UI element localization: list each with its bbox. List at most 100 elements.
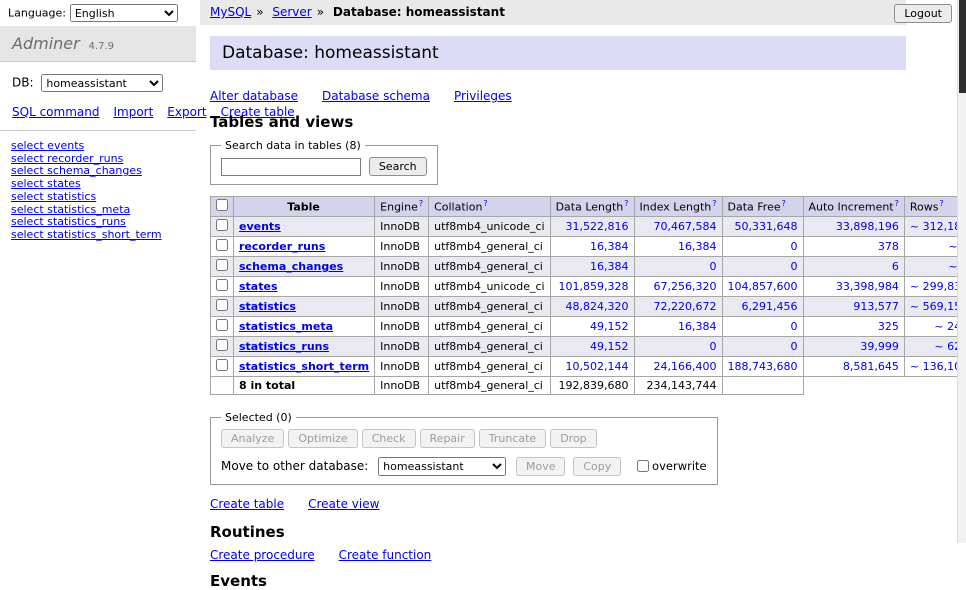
sidebar-table-link[interactable]: select events — [11, 140, 196, 153]
row-checkbox[interactable] — [216, 299, 228, 311]
index-length-link[interactable]: 70,467,584 — [654, 220, 717, 233]
help-link[interactable]: ? — [624, 199, 628, 208]
auto-increment-link[interactable]: 33,398,984 — [836, 280, 899, 293]
table-name-link[interactable]: recorder_runs — [239, 240, 325, 253]
row-checkbox[interactable] — [216, 359, 228, 371]
data-free-link[interactable]: 0 — [791, 260, 798, 273]
auto-increment-link[interactable]: 39,999 — [860, 340, 899, 353]
column-header: Auto Increment? — [803, 197, 904, 217]
routine-create-link[interactable]: Create procedure — [210, 548, 315, 562]
table-name-link[interactable]: statistics — [239, 300, 296, 313]
auto-increment-link[interactable]: 6 — [892, 260, 899, 273]
data-length-link[interactable]: 49,152 — [590, 340, 629, 353]
help-link[interactable]: ? — [483, 199, 487, 208]
index-length-link[interactable]: 16,384 — [678, 240, 717, 253]
selected-action-button[interactable]: Truncate — [479, 429, 546, 448]
move-label: Move to other database: — [221, 459, 368, 473]
index-length-link[interactable]: 24,166,400 — [654, 360, 717, 373]
row-checkbox[interactable] — [216, 239, 228, 251]
scrollbar-thumb[interactable] — [959, 0, 966, 93]
search-button[interactable]: Search — [369, 157, 427, 176]
create-link[interactable]: Create view — [308, 497, 379, 511]
data-free-link[interactable]: 104,857,600 — [728, 280, 798, 293]
index-length-link[interactable]: 16,384 — [678, 320, 717, 333]
auto-increment-link[interactable]: 33,898,196 — [836, 220, 899, 233]
row-checkbox[interactable] — [216, 339, 228, 351]
auto-increment-link[interactable]: 8,581,645 — [843, 360, 899, 373]
index-length-cell: 67,256,320 — [634, 277, 722, 297]
sidebar-action-link[interactable]: Export — [167, 105, 206, 119]
selected-action-button[interactable]: Check — [362, 429, 416, 448]
data-free-link[interactable]: 0 — [791, 320, 798, 333]
breadcrumb-link[interactable]: MySQL — [210, 5, 251, 19]
table-name-cell: statistics_short_term — [234, 357, 375, 377]
help-link[interactable]: ? — [895, 199, 899, 208]
help-link[interactable]: ? — [419, 199, 423, 208]
sidebar-table-link[interactable]: select statistics_short_term — [11, 229, 196, 242]
database-action-link[interactable]: Database schema — [322, 89, 430, 103]
create-link[interactable]: Create table — [210, 497, 284, 511]
data-length-link[interactable]: 48,824,320 — [566, 300, 629, 313]
index-length-link[interactable]: 0 — [710, 340, 717, 353]
table-name-link[interactable]: statistics_meta — [239, 320, 333, 333]
selected-action-button[interactable]: Drop — [550, 429, 596, 448]
data-free-link[interactable]: 0 — [791, 240, 798, 253]
sidebar-action-link[interactable]: Import — [113, 105, 153, 119]
table-name-link[interactable]: schema_changes — [239, 260, 343, 273]
move-button[interactable]: Move — [516, 457, 566, 476]
auto-increment-link[interactable]: 378 — [878, 240, 899, 253]
engine-cell: InnoDB — [375, 297, 429, 317]
table-total-body: 8 in total InnoDB utf8mb4_general_ci 192… — [211, 377, 966, 395]
table-name-link[interactable]: states — [239, 280, 278, 293]
overwrite-checkbox[interactable] — [637, 460, 649, 472]
table-name-link[interactable]: statistics_short_term — [239, 360, 369, 373]
sidebar-table-link[interactable]: select states — [11, 178, 196, 191]
logout-button[interactable]: Logout — [894, 4, 952, 23]
row-checkbox[interactable] — [216, 279, 228, 291]
data-free-link[interactable]: 6,291,456 — [742, 300, 798, 313]
app-name[interactable]: Adminer — [12, 34, 80, 53]
language-select[interactable]: English — [70, 4, 178, 22]
breadcrumb-link[interactable]: Server — [272, 5, 311, 19]
copy-button[interactable]: Copy — [573, 457, 621, 476]
data-length-link[interactable]: 16,384 — [590, 260, 629, 273]
index-length-link[interactable]: 72,220,672 — [654, 300, 717, 313]
data-free-link[interactable]: 0 — [791, 340, 798, 353]
row-checkbox[interactable] — [216, 259, 228, 271]
selected-action-button[interactable]: Repair — [420, 429, 475, 448]
data-length-link[interactable]: 31,522,816 — [566, 220, 629, 233]
index-length-cell: 70,467,584 — [634, 217, 722, 237]
select-all-checkbox[interactable] — [216, 199, 228, 211]
db-select[interactable]: homeassistant — [41, 74, 163, 92]
table-name-link[interactable]: events — [239, 220, 281, 233]
data-free-link[interactable]: 50,331,648 — [735, 220, 798, 233]
help-link[interactable]: ? — [782, 199, 786, 208]
routines-heading: Routines — [210, 523, 906, 541]
vertical-scrollbar[interactable] — [957, 0, 966, 543]
sidebar-table-link[interactable]: select statistics — [11, 191, 196, 204]
data-free-link[interactable]: 188,743,680 — [728, 360, 798, 373]
sidebar-action-link[interactable]: SQL command — [12, 105, 99, 119]
table-name-link[interactable]: statistics_runs — [239, 340, 329, 353]
data-length-link[interactable]: 10,502,144 — [566, 360, 629, 373]
collation-cell: utf8mb4_general_ci — [429, 317, 550, 337]
search-input[interactable] — [221, 158, 361, 176]
selected-action-button[interactable]: Analyze — [221, 429, 284, 448]
help-link[interactable]: ? — [712, 199, 716, 208]
database-action-link[interactable]: Alter database — [210, 89, 298, 103]
index-length-link[interactable]: 67,256,320 — [654, 280, 717, 293]
move-database-select[interactable]: homeassistant — [378, 457, 506, 476]
row-checkbox[interactable] — [216, 319, 228, 331]
index-length-link[interactable]: 0 — [710, 260, 717, 273]
row-checkbox[interactable] — [216, 219, 228, 231]
selected-action-button[interactable]: Optimize — [288, 429, 357, 448]
database-action-link[interactable]: Privileges — [454, 89, 512, 103]
auto-increment-link[interactable]: 913,577 — [853, 300, 899, 313]
data-length-link[interactable]: 16,384 — [590, 240, 629, 253]
routine-create-link[interactable]: Create function — [339, 548, 432, 562]
data-length-link[interactable]: 101,859,328 — [559, 280, 629, 293]
data-length-link[interactable]: 49,152 — [590, 320, 629, 333]
auto-increment-link[interactable]: 325 — [878, 320, 899, 333]
help-link[interactable]: ? — [939, 199, 943, 208]
selected-fieldset: Selected (0) AnalyzeOptimizeCheckRepairT… — [210, 411, 718, 485]
